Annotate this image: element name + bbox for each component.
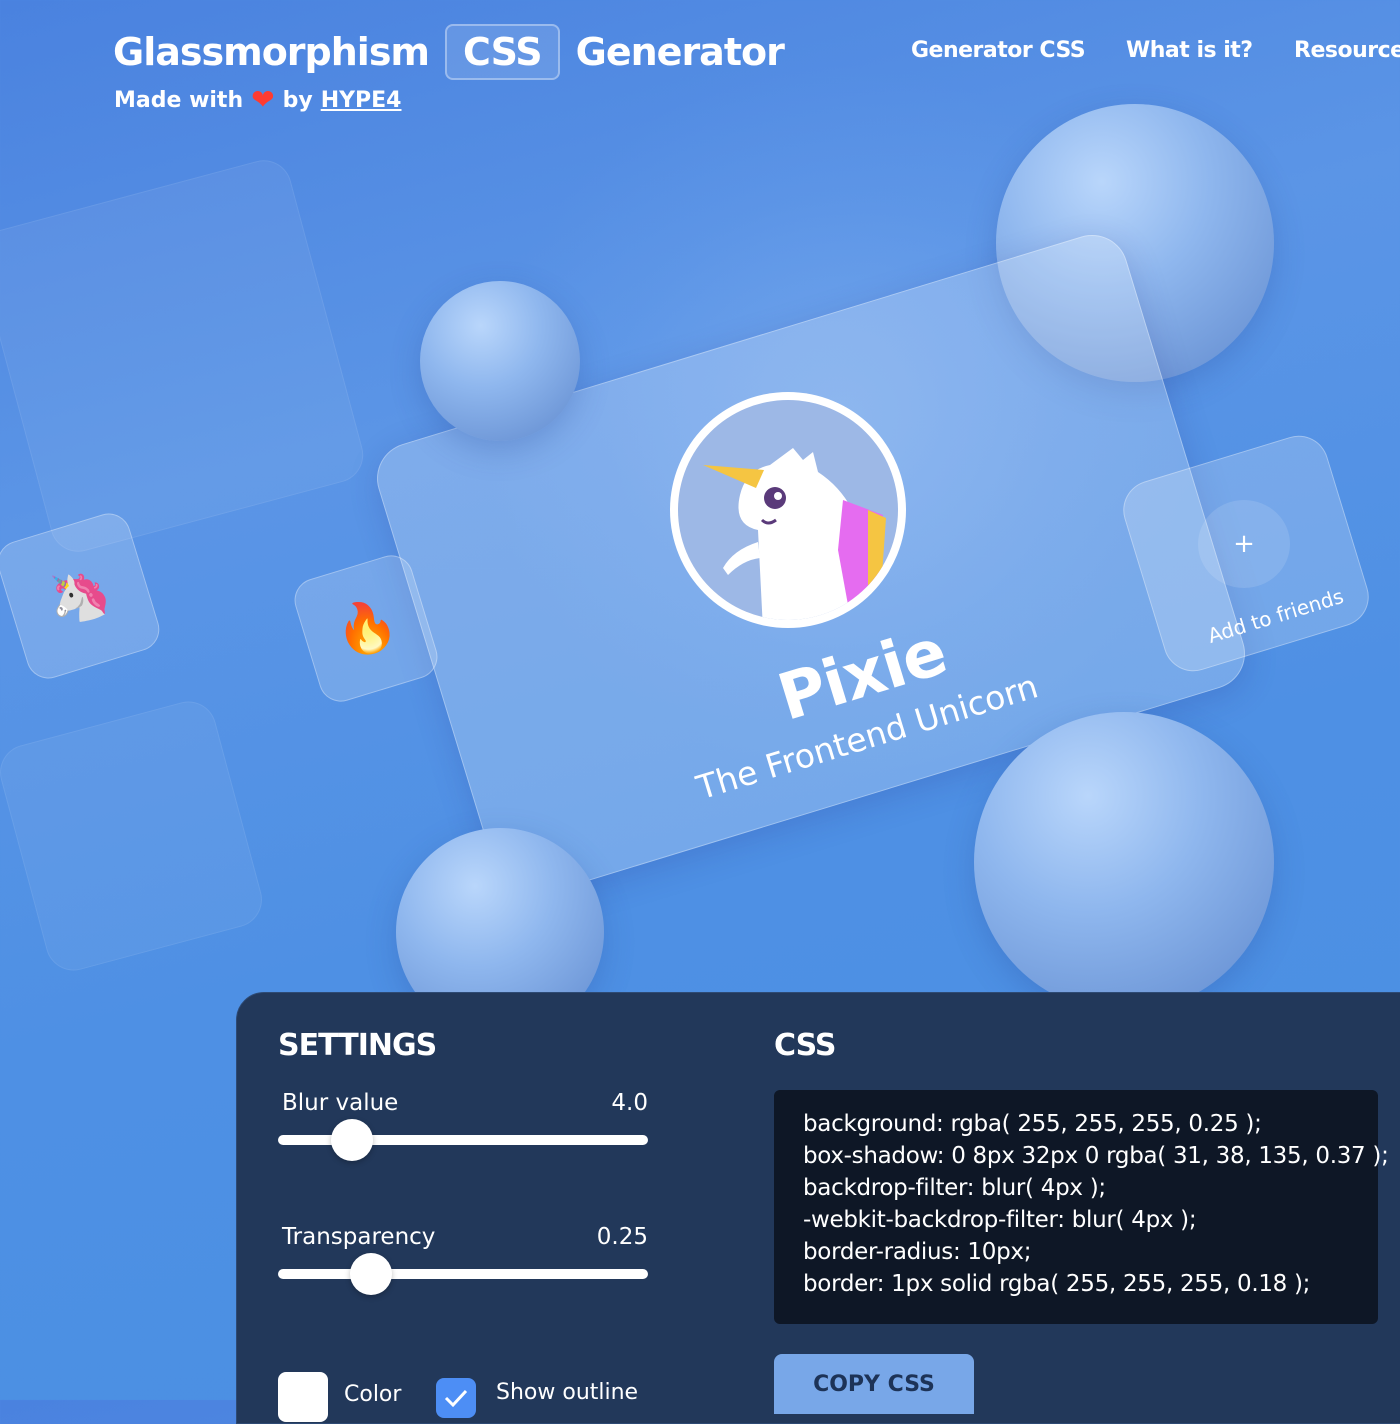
ghost-square-2 xyxy=(0,695,269,977)
add-friend-button[interactable]: + xyxy=(1198,500,1290,588)
blur-label: Blur value xyxy=(282,1090,399,1116)
color-label: Color xyxy=(344,1382,402,1407)
made-with-label: Made with xyxy=(114,87,244,113)
blur-slider-thumb[interactable] xyxy=(331,1119,373,1161)
css-line: background: rgba( 255, 255, 255, 0.25 ); xyxy=(803,1111,1262,1137)
css-code-box: background: rgba( 255, 255, 255, 0.25 );… xyxy=(774,1090,1389,1324)
fire-emoji-icon: 🔥 xyxy=(327,591,405,665)
transparency-slider-thumb[interactable] xyxy=(349,1253,392,1295)
css-line: border: 1px solid rgba( 255, 255, 255, 0… xyxy=(803,1271,1311,1297)
unicorn-icon xyxy=(703,448,886,620)
author-link[interactable]: HYPE4 xyxy=(321,88,402,113)
css-line: -webkit-backdrop-filter: blur( 4px ); xyxy=(803,1207,1197,1233)
settings-title: SETTINGS xyxy=(278,1028,437,1063)
transparency-value: 0.25 xyxy=(596,1224,648,1250)
show-outline-label: Show outline xyxy=(496,1380,639,1405)
avatar xyxy=(670,392,906,628)
sphere-bottom-right xyxy=(974,712,1274,1012)
blur-value: 4.0 xyxy=(611,1090,648,1116)
nav-item-what-is-it[interactable]: What is it? xyxy=(1126,38,1253,63)
css-line: border-radius: 10px; xyxy=(803,1239,1032,1265)
transparency-label: Transparency xyxy=(282,1224,436,1250)
title-part2: Generator xyxy=(575,30,785,74)
title-badge: CSS xyxy=(445,24,560,80)
checkmark-icon xyxy=(444,1389,468,1408)
css-line: backdrop-filter: blur( 4px ); xyxy=(803,1175,1106,1201)
ghost-square-1 xyxy=(0,153,370,559)
unicorn-emoji-icon: 🦄 xyxy=(40,558,117,633)
color-checkbox[interactable] xyxy=(278,1372,328,1422)
avatar-image xyxy=(678,400,898,620)
nav-item-generator[interactable]: Generator CSS xyxy=(911,38,1086,63)
by-label: by xyxy=(282,87,313,113)
plus-icon: + xyxy=(1233,529,1255,559)
nav-item-resources[interactable]: Resources xyxy=(1294,38,1400,63)
transparency-slider-track[interactable] xyxy=(278,1269,648,1279)
title-part1: Glassmorphism xyxy=(113,30,430,74)
show-outline-checkbox[interactable] xyxy=(436,1378,476,1418)
sphere-top-left xyxy=(420,281,580,441)
heart-icon: ❤ xyxy=(251,83,275,116)
copy-css-button[interactable]: COPY CSS xyxy=(774,1354,974,1414)
css-title: CSS xyxy=(774,1028,836,1063)
css-line: box-shadow: 0 8px 32px 0 rgba( 31, 38, 1… xyxy=(803,1143,1389,1169)
made-with-line: Made with ❤ by HYPE4 xyxy=(114,86,402,114)
app-title: Glassmorphism CSS Generator xyxy=(113,24,785,80)
